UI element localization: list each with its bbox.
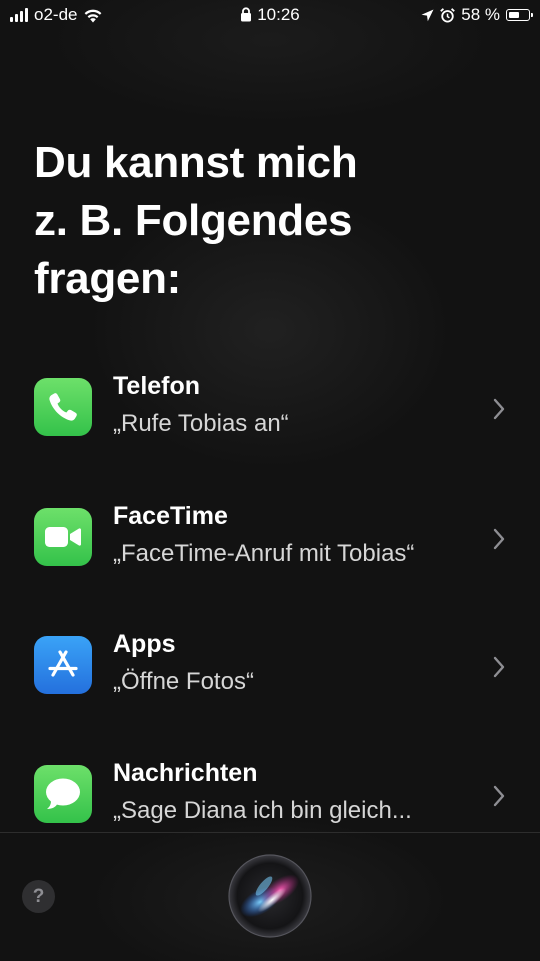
phone-icon: [34, 378, 92, 436]
chevron-right-icon: [493, 528, 505, 550]
lock-icon: [241, 7, 252, 22]
suggestion-title: FaceTime: [113, 502, 228, 530]
battery-icon: [506, 9, 533, 21]
title-line-3: fragen:: [34, 254, 182, 303]
video-camera-icon: [34, 508, 92, 566]
message-bubble-icon: [34, 765, 92, 823]
suggestion-subtitle: „Rufe Tobias an“: [113, 410, 289, 437]
app-store-icon: [34, 636, 92, 694]
help-button[interactable]: ?: [22, 880, 55, 913]
alarm-clock-icon: [440, 7, 456, 23]
status-right: 58 %: [421, 5, 533, 25]
siri-orb-icon[interactable]: [228, 854, 312, 938]
battery-level-fill: [508, 11, 519, 18]
suggestion-item-facetime[interactable]: FaceTime „FaceTime-Anruf mit Tobias“: [0, 490, 540, 590]
status-bar: o2-de 10:26 58 %: [0, 0, 540, 32]
chevron-right-icon: [493, 656, 505, 678]
suggestion-title: Apps: [113, 630, 176, 658]
suggestion-subtitle: „FaceTime-Anruf mit Tobias“: [113, 540, 415, 567]
footer-divider: [0, 832, 540, 833]
suggestion-title: Nachrichten: [113, 759, 258, 787]
page-title: Du kannst mich z. B. Folgendes fragen:: [34, 134, 504, 308]
suggestion-subtitle: „Sage Diana ich bin gleich...: [113, 797, 412, 824]
suggestion-item-telefon[interactable]: Telefon „Rufe Tobias an“: [0, 360, 540, 460]
suggestion-item-apps[interactable]: Apps „Öffne Fotos“: [0, 618, 540, 718]
chevron-right-icon: [493, 785, 505, 807]
location-arrow-icon: [421, 9, 434, 21]
suggestion-subtitle: „Öffne Fotos“: [113, 668, 254, 695]
clock-time: 10:26: [257, 5, 300, 24]
battery-percent: 58 %: [461, 5, 500, 24]
title-line-2: z. B. Folgendes: [34, 196, 353, 245]
title-line-1: Du kannst mich: [34, 138, 358, 187]
chevron-right-icon: [493, 398, 505, 420]
suggestion-title: Telefon: [113, 372, 201, 400]
